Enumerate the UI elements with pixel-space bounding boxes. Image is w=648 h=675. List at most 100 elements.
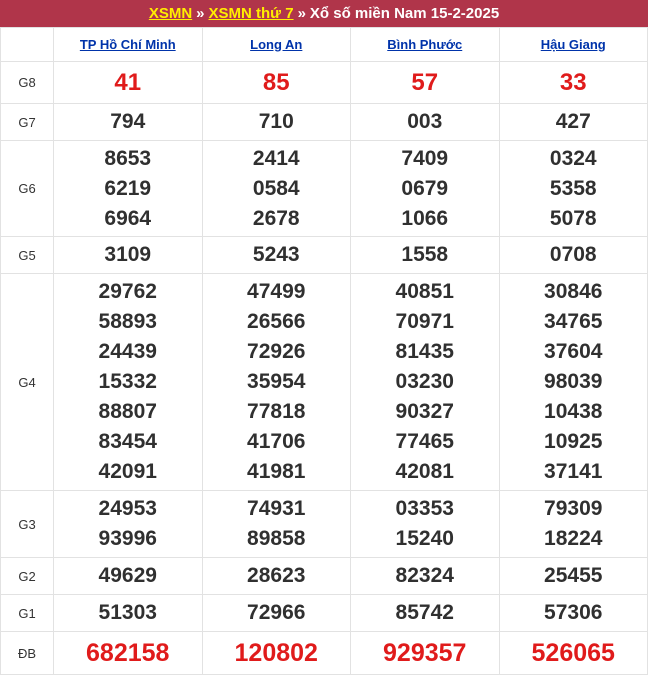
result-number: 5243 [252, 243, 300, 266]
result-number: 72966 [247, 601, 306, 624]
result-cell: 72966 [201, 594, 351, 632]
result-number: 682158 [86, 639, 170, 667]
result-number: 25455 [544, 564, 603, 587]
result-number: 90327 [395, 400, 454, 423]
result-cell: 28623 [201, 557, 351, 595]
province-link-binh-phuoc[interactable]: Bình Phước [387, 37, 462, 52]
result-cell: 0708 [498, 236, 648, 274]
province-header-row: TP Hồ Chí Minh Long An Bình Phước Hậu Gi… [0, 27, 648, 62]
result-cell: 8653 6219 6964 [53, 140, 203, 237]
result-cell: 526065 [498, 631, 648, 675]
result-number: 47499 [247, 280, 306, 303]
result-number: 24439 [98, 340, 157, 363]
prize-label: G7 [0, 103, 54, 141]
page-title: Xổ số miền Nam 15-2-2025 [309, 5, 500, 22]
result-number: 26566 [247, 310, 306, 333]
result-number: 77465 [395, 430, 454, 453]
result-number: 8653 [104, 146, 152, 170]
result-number: 5358 [549, 176, 597, 200]
result-cell: 40851 70971 81435 03230 90327 77465 42081 [350, 273, 500, 491]
result-cell: 5243 [201, 236, 351, 274]
prize-row: G6 8653 6219 6964 2414 0584 2678 7409 0679 1066 03… [0, 140, 648, 237]
result-number: 98039 [544, 370, 603, 393]
prize-label: G4 [0, 273, 54, 491]
result-number: 35954 [247, 370, 306, 393]
result-number: 929357 [383, 639, 467, 667]
result-cell: 427 [498, 103, 648, 141]
result-cell: 57306 [498, 594, 648, 632]
result-number: 85742 [395, 601, 454, 624]
prize-row: G3 24953 93996 74931 89858 03353 15240 79309 182… [0, 490, 648, 558]
result-number: 57 [411, 68, 439, 96]
result-number: 85 [262, 68, 290, 96]
result-number: 03353 [395, 497, 454, 520]
province-link-hau-giang[interactable]: Hậu Giang [541, 37, 606, 52]
result-number: 427 [555, 110, 591, 133]
result-number: 41 [114, 68, 142, 96]
prize-label: ĐB [0, 631, 54, 675]
result-cell: 29762 58893 24439 15332 88807 83454 42091 [53, 273, 203, 491]
result-number: 6964 [104, 206, 152, 230]
result-number: 15332 [98, 370, 157, 393]
province-link-long-an[interactable]: Long An [250, 37, 302, 52]
result-cell: 25455 [498, 557, 648, 595]
result-number: 93996 [98, 527, 157, 550]
result-number: 57306 [544, 601, 603, 624]
result-number: 41981 [247, 460, 306, 483]
result-number: 24953 [98, 497, 157, 520]
result-cell: 682158 [53, 631, 203, 675]
prize-row: G2 49629 28623 82324 25455 [0, 557, 648, 595]
result-number: 120802 [234, 639, 318, 667]
prize-row: G8 41 85 57 33 [0, 61, 648, 104]
result-number: 83454 [98, 430, 157, 453]
result-number: 1558 [401, 243, 449, 266]
result-number: 81435 [395, 340, 454, 363]
result-cell: 003 [350, 103, 500, 141]
result-number: 0324 [549, 146, 597, 170]
result-cell: 1558 [350, 236, 500, 274]
result-number: 74931 [247, 497, 306, 520]
result-number: 10438 [544, 400, 603, 423]
xsmn-saturday-link[interactable]: XSMN thứ 7 [209, 5, 294, 22]
result-number: 33 [559, 68, 587, 96]
result-number: 7409 [401, 146, 449, 170]
result-cell: 7409 0679 1066 [350, 140, 500, 237]
xsmn-link[interactable]: XSMN [149, 5, 192, 22]
province-cell: Long An [201, 27, 351, 62]
result-number: 6219 [104, 176, 152, 200]
result-cell: 85742 [350, 594, 500, 632]
prize-label: G2 [0, 557, 54, 595]
result-cell: 2414 0584 2678 [201, 140, 351, 237]
result-cell: 120802 [201, 631, 351, 675]
result-number: 77818 [247, 400, 306, 423]
breadcrumb-separator: » [297, 5, 306, 22]
result-cell: 79309 18224 [498, 490, 648, 558]
result-number: 70971 [395, 310, 454, 333]
result-cell: 85 [201, 61, 351, 104]
result-number: 29762 [98, 280, 157, 303]
result-number: 72926 [247, 340, 306, 363]
prize-label: G3 [0, 490, 54, 558]
result-number: 49629 [98, 564, 157, 587]
prize-label: G6 [0, 140, 54, 237]
prize-label: G8 [0, 61, 54, 104]
province-link-hcm[interactable]: TP Hồ Chí Minh [80, 37, 176, 52]
result-number: 42091 [98, 460, 157, 483]
result-number: 2678 [252, 206, 300, 230]
result-cell: 82324 [350, 557, 500, 595]
result-number: 1066 [401, 206, 449, 230]
prize-row: G4 29762 58893 24439 15332 88807 83454 42091 474… [0, 273, 648, 491]
prize-row: ĐB 682158 120802 929357 526065 [0, 631, 648, 675]
corner-cell [0, 27, 54, 62]
header-bar: XSMN » XSMN thứ 7 » Xổ số miền Nam 15-2-… [0, 0, 648, 27]
breadcrumb-separator: » [196, 5, 205, 22]
result-number: 794 [110, 110, 146, 133]
result-cell: 794 [53, 103, 203, 141]
prize-row: G5 3109 5243 1558 0708 [0, 236, 648, 274]
result-number: 30846 [544, 280, 603, 303]
result-number: 34765 [544, 310, 603, 333]
result-number: 40851 [395, 280, 454, 303]
result-number: 0679 [401, 176, 449, 200]
result-cell: 51303 [53, 594, 203, 632]
result-cell: 41 [53, 61, 203, 104]
